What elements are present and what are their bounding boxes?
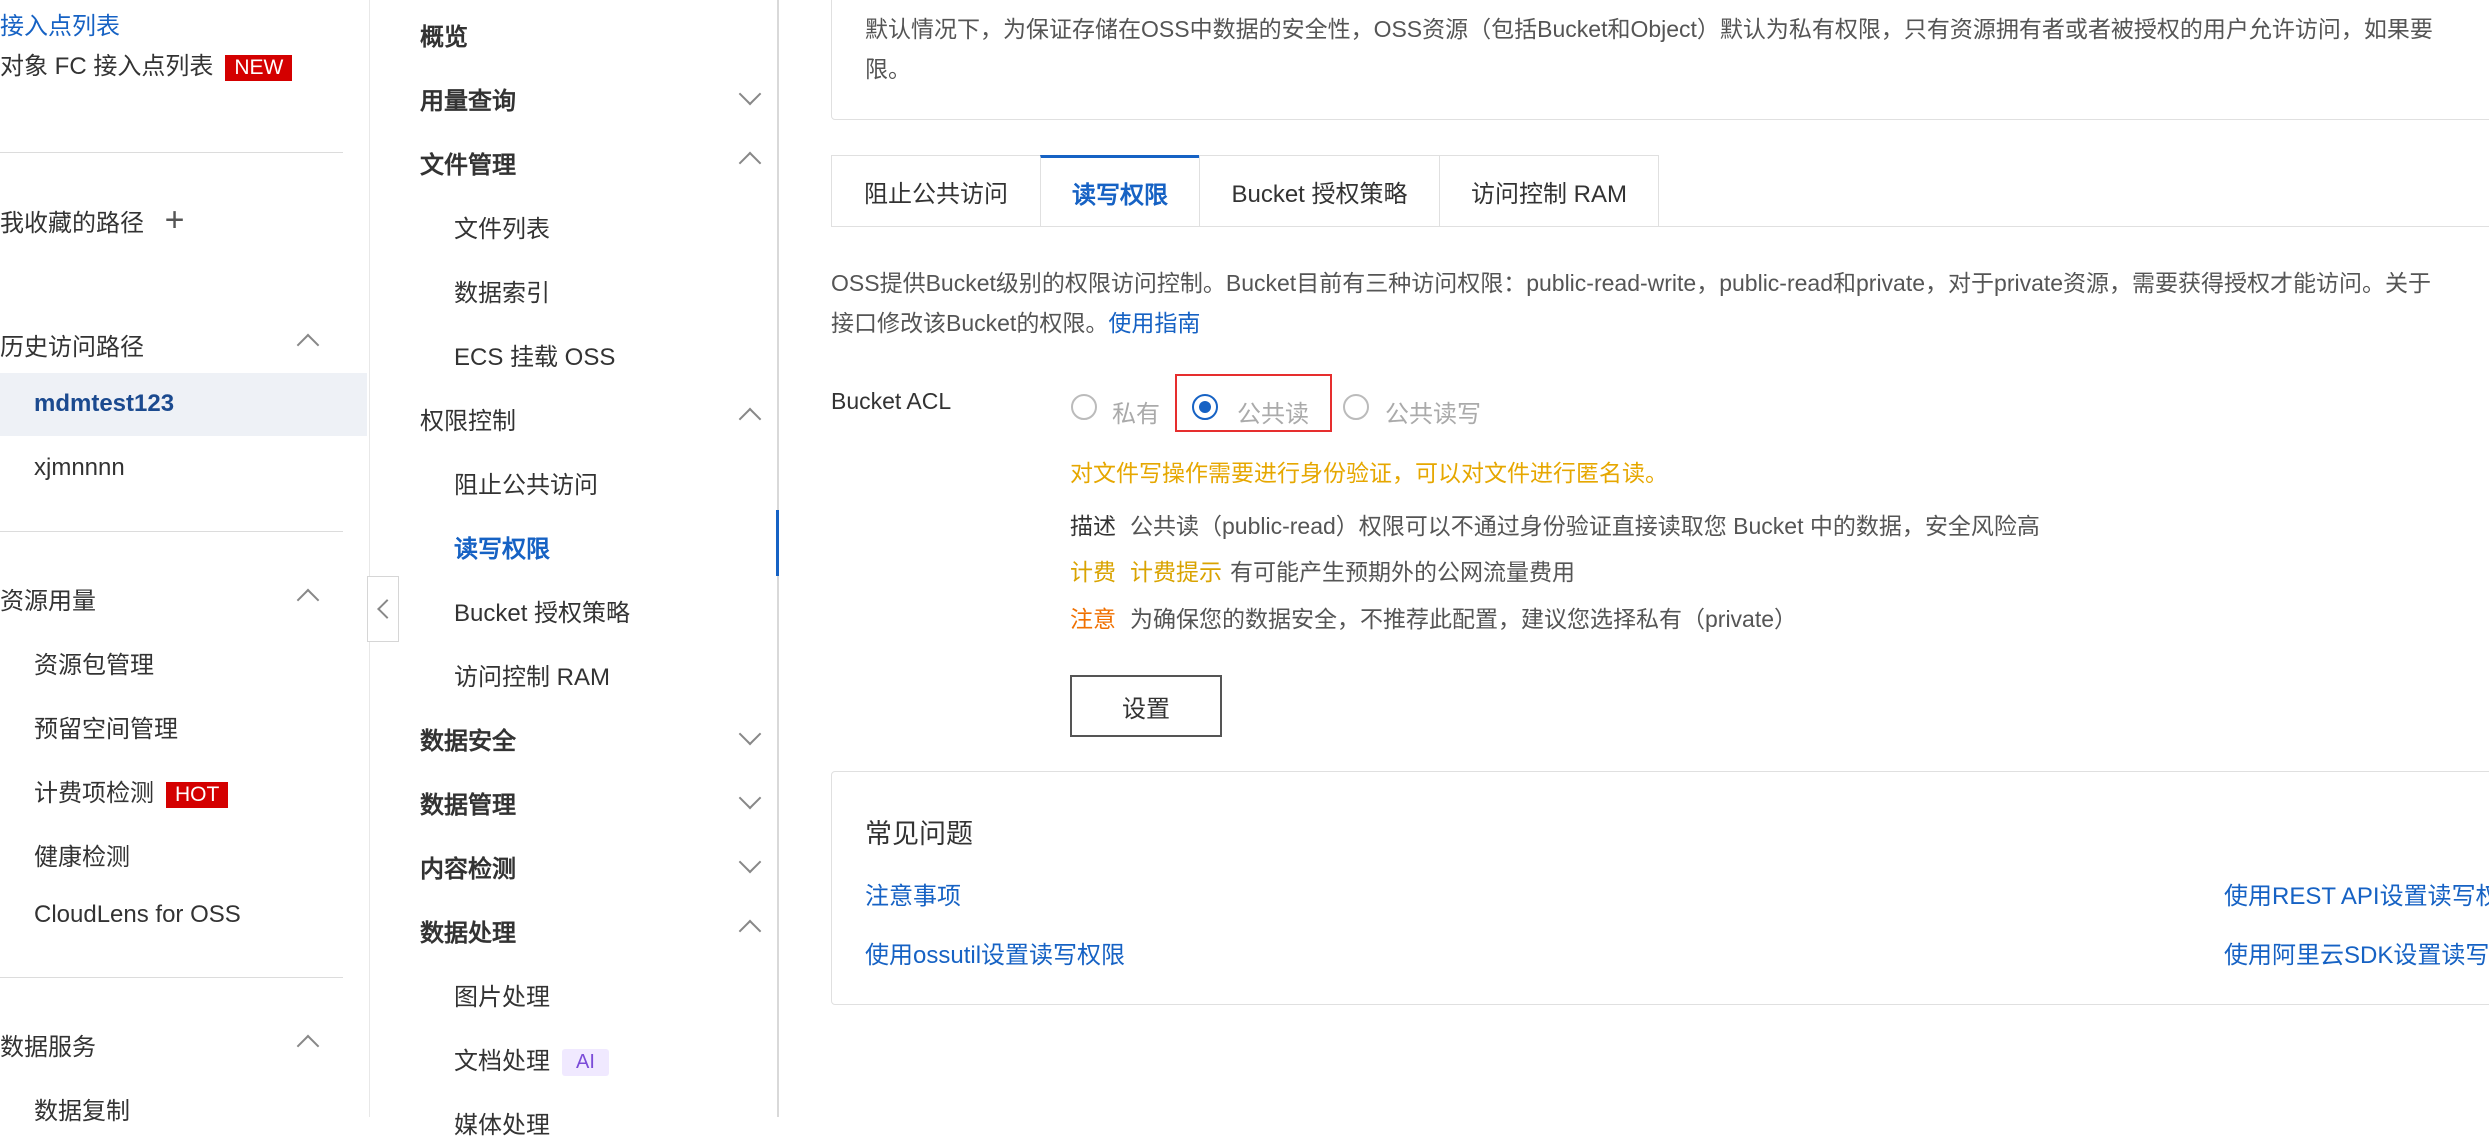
ai-badge: AI: [562, 1049, 609, 1077]
chevron-down-icon[interactable]: [738, 786, 762, 810]
chevron-up-icon[interactable]: [296, 588, 320, 612]
bucket-nav: 概览 用量查询 文件管理 文件列表 数据索引 ECS 挂载 OSS 权限控制 阻…: [369, 0, 779, 1139]
tab-ram[interactable]: 访问控制 RAM: [1439, 155, 1659, 227]
fee-line: 计费 计费提示 有可能产生预期外的公网流量费用: [1070, 559, 1575, 585]
sidebar-item-cloudlens[interactable]: CloudLens for OSS: [34, 901, 241, 929]
new-badge: NEW: [225, 54, 293, 81]
nav-content-check[interactable]: 内容检测: [420, 849, 516, 884]
nav-file-list[interactable]: 文件列表: [454, 209, 550, 244]
faq-link-ossutil[interactable]: 使用ossutil设置读写权限: [865, 935, 1125, 970]
tab-bucket-policy[interactable]: Bucket 授权策略: [1199, 155, 1440, 227]
highlight-box: [1175, 374, 1332, 432]
nav-data-index[interactable]: 数据索引: [454, 273, 550, 308]
nav-file-mgmt[interactable]: 文件管理: [420, 145, 516, 180]
chevron-up-icon[interactable]: [738, 151, 762, 175]
faq-link-rest-api[interactable]: 使用REST API设置读写权: [2224, 876, 2489, 911]
radio-public-rw-label[interactable]: 公共读写: [1385, 394, 1481, 429]
sidebar-item-endpoints[interactable]: 接入点列表: [0, 6, 120, 41]
history-item-mdmtest123[interactable]: mdmtest123: [34, 390, 174, 418]
info-text: 默认情况下，为保证存储在OSS中数据的安全性，OSS资源（包括Bucket和Ob…: [865, 16, 2433, 82]
usage-header[interactable]: 资源用量: [0, 581, 96, 616]
history-header[interactable]: 历史访问路径: [0, 327, 144, 362]
describe-line: 描述 公共读（public-read）权限可以不通过身份验证直接读取您 Bucke…: [1070, 513, 2040, 539]
add-icon[interactable]: +: [165, 201, 185, 239]
nav-data-mgmt[interactable]: 数据管理: [420, 785, 516, 820]
left-sidebar: 接入点列表 对象 FC 接入点列表 NEW 我收藏的路径 + 历史访问路径 mdm…: [0, 0, 367, 1125]
acl-description: OSS提供Bucket级别的权限访问控制。Bucket目前有三种访问权限：pub…: [831, 270, 2432, 336]
warning-text: 对文件写操作需要进行身份验证，可以对文件进行匿名读。: [1070, 460, 1668, 486]
tabs-divider: [831, 226, 2489, 227]
divider: [0, 977, 343, 978]
nav-doc-process[interactable]: 文档处理 AI: [454, 1041, 609, 1077]
data-service-header[interactable]: 数据服务: [0, 1027, 96, 1062]
nav-block-public[interactable]: 阻止公共访问: [454, 465, 598, 500]
set-button[interactable]: 设置: [1070, 675, 1222, 737]
history-item-xjmnnnn[interactable]: xjmnnnn: [34, 454, 125, 482]
chevron-up-icon[interactable]: [738, 407, 762, 431]
nav-selected-indicator: [776, 510, 779, 576]
nav-data-process[interactable]: 数据处理: [420, 913, 516, 948]
tab-block-public[interactable]: 阻止公共访问: [831, 155, 1041, 227]
chevron-up-icon[interactable]: [296, 333, 320, 357]
nav-access-control[interactable]: 权限控制: [420, 401, 516, 436]
sidebar-item-reserved[interactable]: 预留空间管理: [34, 709, 178, 744]
tab-rw-permission[interactable]: 读写权限: [1040, 155, 1200, 227]
nav-image-process[interactable]: 图片处理: [454, 977, 550, 1012]
nav-usage-query[interactable]: 用量查询: [420, 81, 516, 116]
sidebar-item-package[interactable]: 资源包管理: [34, 645, 154, 680]
chevron-down-icon[interactable]: [738, 722, 762, 746]
chevron-down-icon[interactable]: [738, 850, 762, 874]
divider: [0, 152, 343, 153]
favorites-header[interactable]: 我收藏的路径 +: [0, 201, 185, 240]
nav-overview[interactable]: 概览: [420, 17, 468, 52]
note-line: 注意 为确保您的数据安全，不推荐此配置，建议您选择私有（private）: [1070, 606, 1798, 632]
acl-label: Bucket ACL: [831, 388, 952, 414]
nav-ram[interactable]: 访问控制 RAM: [454, 657, 610, 692]
info-notice: 默认情况下，为保证存储在OSS中数据的安全性，OSS资源（包括Bucket和Ob…: [831, 0, 2489, 120]
nav-bucket-policy[interactable]: Bucket 授权策略: [454, 593, 630, 628]
faq-link-sdk[interactable]: 使用阿里云SDK设置读写: [2224, 935, 2489, 970]
chevron-up-icon[interactable]: [738, 919, 762, 943]
faq-panel: 常见问题 注意事项 使用ossutil设置读写权限 使用REST API设置读写…: [831, 771, 2489, 1005]
faq-title: 常见问题: [865, 819, 973, 849]
chevron-left-icon: [377, 599, 397, 619]
radio-private[interactable]: [1071, 394, 1097, 420]
sidebar-item-replication[interactable]: 数据复制: [34, 1091, 130, 1126]
radio-private-label[interactable]: 私有: [1112, 394, 1160, 429]
collapse-sidebar-button[interactable]: [367, 576, 399, 642]
chevron-down-icon[interactable]: [738, 82, 762, 106]
nav-ecs-mount[interactable]: ECS 挂载 OSS: [454, 337, 615, 372]
divider: [0, 531, 343, 532]
guide-link[interactable]: 使用指南: [1108, 310, 1200, 336]
chevron-up-icon[interactable]: [296, 1034, 320, 1058]
nav-media-process[interactable]: 媒体处理: [454, 1105, 550, 1140]
sidebar-item-health[interactable]: 健康检测: [34, 837, 130, 872]
faq-link-notes[interactable]: 注意事项: [865, 876, 961, 911]
nav-rw-permission[interactable]: 读写权限: [454, 529, 550, 564]
hot-badge: HOT: [166, 781, 229, 808]
sidebar-item-fc-endpoints[interactable]: 对象 FC 接入点列表 NEW: [0, 46, 293, 81]
nav-data-security[interactable]: 数据安全: [420, 721, 516, 756]
sidebar-item-billing-check[interactable]: 计费项检测 HOT: [34, 773, 229, 808]
main-content: 默认情况下，为保证存储在OSS中数据的安全性，OSS资源（包括Bucket和Ob…: [781, 0, 2489, 1117]
radio-public-rw[interactable]: [1343, 394, 1369, 420]
